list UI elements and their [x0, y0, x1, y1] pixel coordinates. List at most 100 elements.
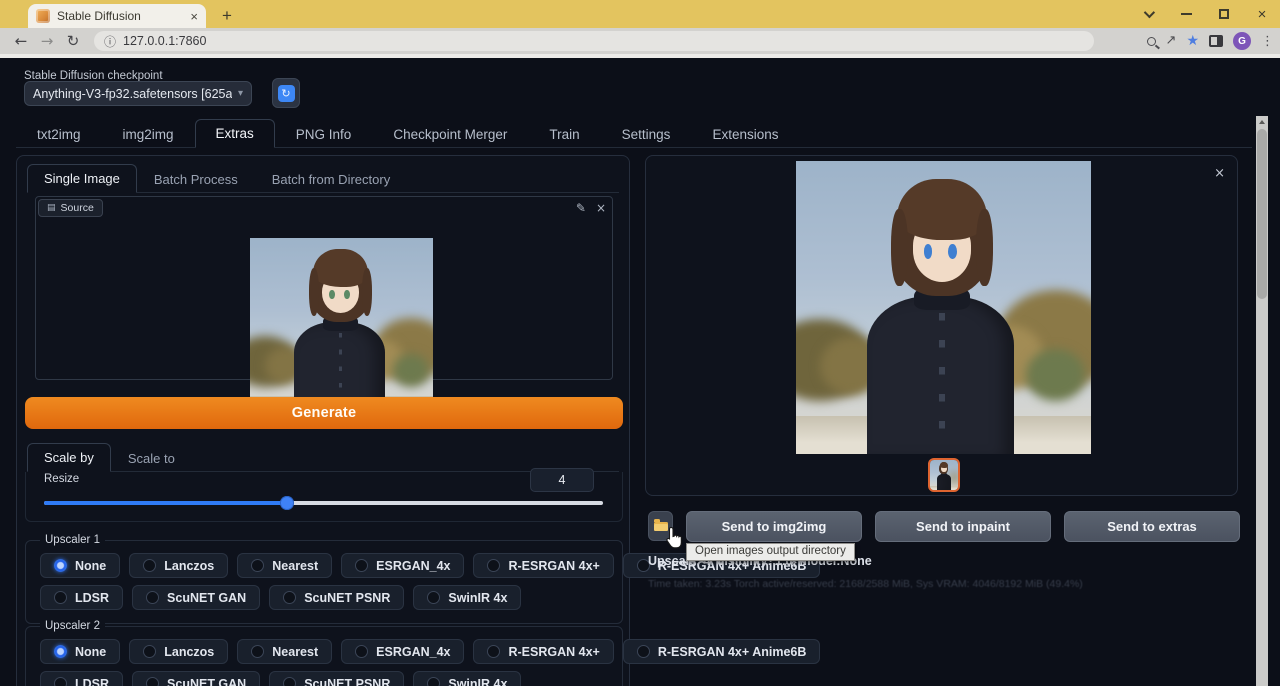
radio-icon: [355, 645, 368, 658]
upscaler1-option-lanczos[interactable]: Lanczos: [129, 553, 228, 578]
upscaler2-group: Upscaler 2 NoneLanczosNearestESRGAN_4xR-…: [25, 626, 623, 686]
radio-icon: [54, 559, 67, 572]
upscaler2-option-swinir-4x[interactable]: SwinIR 4x: [413, 671, 521, 686]
upscaler1-option-r-esrgan-4x[interactable]: R-ESRGAN 4x+: [473, 553, 613, 578]
radio-icon: [487, 645, 500, 658]
bookmark-star-icon[interactable]: ★: [1186, 33, 1199, 49]
radio-icon: [146, 677, 159, 686]
tab-checkpoint-merger[interactable]: Checkpoint Merger: [372, 120, 528, 148]
page-scrollbar[interactable]: [1256, 116, 1268, 686]
upscaler2-label: Upscaler 2: [40, 620, 105, 632]
upscaler2-option-scunet-gan[interactable]: ScuNET GAN: [132, 671, 260, 686]
subtab-batch-from-directory[interactable]: Batch from Directory: [255, 165, 407, 193]
subtab-single-image[interactable]: Single Image: [27, 164, 137, 193]
checkpoint-dropdown[interactable]: Anything-V3-fp32.safetensors [625a2ba2] …: [24, 81, 252, 106]
checkpoint-value: Anything-V3-fp32.safetensors [625a2ba2]: [33, 87, 232, 101]
clear-image-icon[interactable]: ×: [596, 201, 606, 215]
upscaler1-option-scunet-psnr[interactable]: ScuNET PSNR: [269, 585, 404, 610]
upscaler2-option-lanczos[interactable]: Lanczos: [129, 639, 228, 664]
result-image[interactable]: [796, 161, 1091, 454]
source-image: [250, 238, 433, 420]
browser-toolbar: ← → ↻ ⓘ 127.0.0.1:7860: [0, 28, 1280, 54]
site-info-icon[interactable]: ⓘ: [104, 33, 116, 50]
window-menu-button[interactable]: [1130, 0, 1166, 28]
radio-icon: [283, 677, 296, 686]
side-panel-icon[interactable]: [1209, 35, 1223, 47]
reload-button[interactable]: ↻: [60, 32, 86, 50]
upscaler2-option-r-esrgan-4x-anime6b[interactable]: R-ESRGAN 4x+ Anime6B: [623, 639, 821, 664]
edit-image-icon[interactable]: ✎: [576, 201, 586, 215]
extras-sub-tabs: Single ImageBatch ProcessBatch from Dire…: [27, 164, 619, 193]
tab-png-info[interactable]: PNG Info: [275, 120, 373, 148]
scaletab-scale-by[interactable]: Scale by: [27, 443, 111, 472]
upscaler2-option-scunet-psnr[interactable]: ScuNET PSNR: [269, 671, 404, 686]
output-actions-row: Send to img2img Send to inpaint Send to …: [648, 511, 1240, 542]
forward-button[interactable]: →: [34, 32, 60, 50]
radio-icon: [427, 677, 440, 686]
upscaler2-option-esrgan-4x[interactable]: ESRGAN_4x: [341, 639, 464, 664]
scrollbar-up-arrow[interactable]: [1256, 116, 1268, 128]
send-to-img2img-button[interactable]: Send to img2img: [686, 511, 862, 542]
image-icon: ▤: [47, 203, 56, 213]
tab-extras[interactable]: Extras: [195, 119, 275, 148]
source-chip-label: Source: [61, 202, 94, 214]
upscaler1-option-swinir-4x[interactable]: SwinIR 4x: [413, 585, 521, 610]
window-close-button[interactable]: ×: [1244, 0, 1280, 28]
radio-icon: [251, 645, 264, 658]
tab-settings[interactable]: Settings: [601, 120, 692, 148]
tab-txt2img[interactable]: txt2img: [16, 120, 102, 148]
resize-slider[interactable]: [44, 496, 603, 510]
share-icon[interactable]: ↗: [1166, 33, 1177, 48]
webui-page: Stable Diffusion checkpoint Anything-V3-…: [0, 58, 1268, 686]
resize-value-input[interactable]: 4: [530, 468, 594, 492]
radio-icon: [251, 559, 264, 572]
back-button[interactable]: ←: [8, 32, 34, 50]
upscaler1-option-nearest[interactable]: Nearest: [237, 553, 332, 578]
upscaler2-option-r-esrgan-4x[interactable]: R-ESRGAN 4x+: [473, 639, 613, 664]
subtab-batch-process[interactable]: Batch Process: [137, 165, 255, 193]
slider-knob[interactable]: [280, 496, 294, 510]
address-bar[interactable]: ⓘ 127.0.0.1:7860: [94, 31, 1094, 51]
upscaler1-option-scunet-gan[interactable]: ScuNET GAN: [132, 585, 260, 610]
tab-title: Stable Diffusion: [57, 9, 183, 23]
tab-train[interactable]: Train: [528, 120, 600, 148]
gallery-close-icon[interactable]: ×: [1214, 166, 1225, 181]
source-image-dropzone[interactable]: ▤ Source ✎ ×: [35, 196, 613, 380]
scaletab-scale-to[interactable]: Scale to: [111, 444, 192, 472]
browser-tab[interactable]: Stable Diffusion ×: [28, 4, 206, 28]
upscaler1-group: Upscaler 1 NoneLanczosNearestESRGAN_4xR-…: [25, 540, 623, 624]
refresh-checkpoints-button[interactable]: ↻: [272, 78, 300, 108]
upscaler2-option-nearest[interactable]: Nearest: [237, 639, 332, 664]
upscaler1-option-ldsr[interactable]: LDSR: [40, 585, 123, 610]
source-chip: ▤ Source: [38, 199, 103, 217]
window-minimize-button[interactable]: [1168, 0, 1204, 28]
source-image-preview[interactable]: [250, 238, 433, 420]
tab-img2img[interactable]: img2img: [102, 120, 195, 148]
browser-menu-icon[interactable]: ⋮: [1261, 33, 1274, 49]
radio-icon: [146, 591, 159, 604]
window-maximize-button[interactable]: [1206, 0, 1242, 28]
send-to-extras-button[interactable]: Send to extras: [1064, 511, 1240, 542]
send-to-inpaint-button[interactable]: Send to inpaint: [875, 511, 1051, 542]
gallery-thumbnail[interactable]: [928, 458, 960, 492]
upscaler1-option-none[interactable]: None: [40, 553, 120, 578]
upscaler2-option-none[interactable]: None: [40, 639, 120, 664]
search-icon[interactable]: [1147, 37, 1156, 46]
radio-icon: [54, 645, 67, 658]
radio-icon: [487, 559, 500, 572]
tab-extensions[interactable]: Extensions: [691, 120, 799, 148]
chevron-down-icon: [1144, 7, 1155, 18]
new-tab-button[interactable]: +: [216, 5, 238, 27]
tab-close-icon[interactable]: ×: [190, 10, 198, 23]
upscaler2-option-ldsr[interactable]: LDSR: [40, 671, 123, 686]
profile-avatar[interactable]: G: [1233, 32, 1251, 50]
minimize-icon: [1181, 13, 1192, 15]
radio-icon: [355, 559, 368, 572]
generate-button[interactable]: Generate: [25, 397, 623, 429]
scale-by-section: Resize 4: [25, 472, 623, 522]
upscaler1-option-esrgan-4x[interactable]: ESRGAN_4x: [341, 553, 464, 578]
extras-left-panel: Single ImageBatch ProcessBatch from Dire…: [16, 155, 630, 686]
scrollbar-thumb[interactable]: [1257, 129, 1267, 299]
resize-label: Resize: [44, 473, 79, 485]
scale-tab-bar: Scale byScale to: [27, 444, 619, 472]
